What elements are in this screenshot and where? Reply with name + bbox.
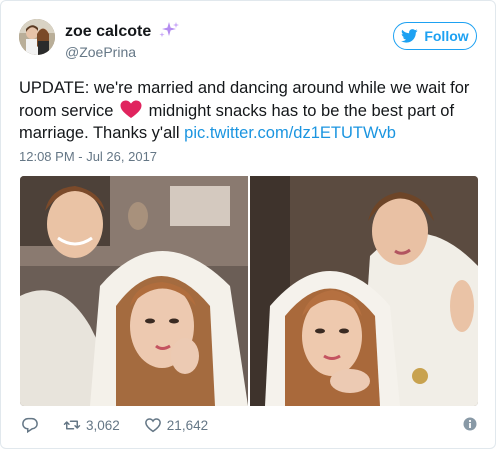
- follow-button[interactable]: Follow: [393, 22, 477, 50]
- tweet-text-segment: room service: [19, 101, 119, 120]
- display-name[interactable]: zoe calcote: [65, 23, 151, 41]
- retweet-button[interactable]: 3,062: [63, 416, 120, 434]
- sparkles-icon: [158, 21, 180, 39]
- tweet-card: zoe calcote @ZoePrina Follow UPDATE: we'…: [0, 0, 496, 449]
- reply-icon: [22, 417, 38, 434]
- tweet-text-segment: marriage. Thanks y'all: [19, 124, 180, 142]
- author-names: zoe calcote @ZoePrina: [65, 21, 180, 60]
- photo-right-image: [250, 176, 478, 406]
- tweet-timestamp[interactable]: 12:08 PM - Jul 26, 2017: [19, 149, 157, 164]
- photo-left-image: [20, 176, 248, 406]
- red-heart-icon: [120, 100, 142, 119]
- couple-photo-right[interactable]: [250, 176, 478, 406]
- couple-photo-left[interactable]: [20, 176, 248, 406]
- twitter-bird-icon: [401, 29, 418, 43]
- follow-label: Follow: [424, 28, 469, 44]
- like-count: 21,642: [166, 417, 209, 433]
- avatar-photo: [19, 19, 55, 55]
- avatar[interactable]: [19, 19, 55, 55]
- tweet-text-line-2: room service midnight snacks has to be t…: [19, 100, 489, 123]
- tweet-text-line-1: UPDATE: we're married and dancing around…: [19, 79, 470, 97]
- tweet-media: [20, 176, 478, 406]
- tweet-text-segment: midnight snacks has to be the best part …: [144, 101, 455, 120]
- info-button[interactable]: [463, 417, 477, 431]
- retweet-icon: [63, 420, 81, 430]
- reply-button[interactable]: [21, 416, 39, 434]
- tweet-header: zoe calcote @ZoePrina Follow: [19, 19, 477, 69]
- tweet-actions: 3,062 21,642: [21, 413, 477, 437]
- retweet-count: 3,062: [86, 417, 120, 433]
- tweet-text: UPDATE: we're married and dancing around…: [19, 77, 489, 145]
- tweet-media-link[interactable]: pic.twitter.com/dz1ETUTWvb: [184, 124, 396, 142]
- like-button[interactable]: 21,642: [144, 416, 208, 434]
- heart-outline-icon: [144, 418, 161, 433]
- tweet-text-line-3: marriage. Thanks y'all pic.twitter.com/d…: [19, 122, 489, 145]
- info-icon: [463, 417, 477, 431]
- user-handle[interactable]: @ZoePrina: [65, 44, 180, 60]
